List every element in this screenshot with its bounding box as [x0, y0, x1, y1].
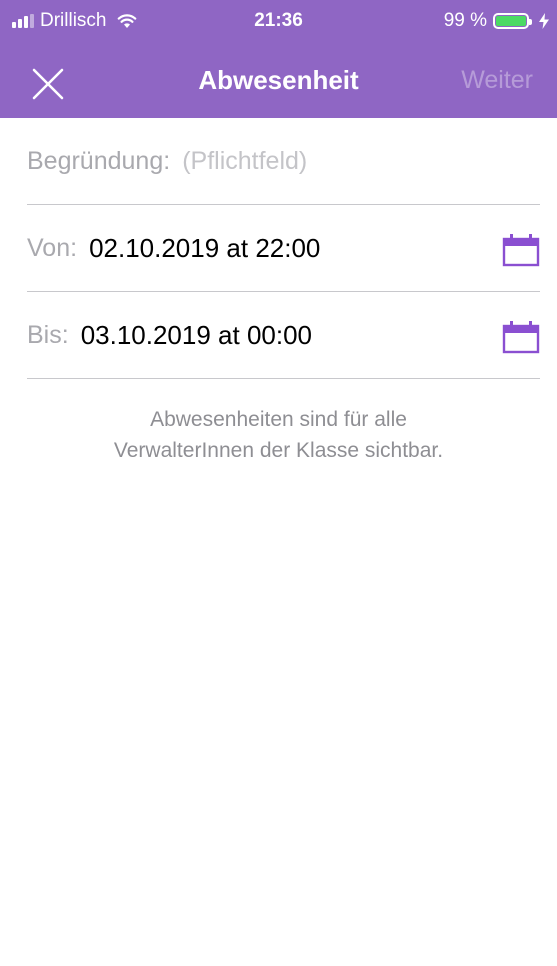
to-datetime-value[interactable]: 03.10.2019 at 00:00 [81, 320, 312, 351]
battery-icon [493, 13, 532, 29]
to-row[interactable]: Bis: 03.10.2019 at 00:00 [27, 292, 540, 379]
absence-form: Begründung: (Pflichtfeld) Von: 02.10.201… [27, 118, 540, 379]
navigation-bar: Abwesenheit Weiter [0, 42, 557, 118]
calendar-icon[interactable] [502, 233, 540, 267]
charging-bolt-icon [539, 13, 549, 29]
battery-percentage: 99 % [443, 10, 487, 31]
reason-input[interactable]: (Pflichtfeld) [182, 147, 307, 176]
top-bar: Drillisch 21:36 99 % Abwesenheit Weiter [0, 0, 557, 118]
to-label: Bis: [27, 320, 69, 349]
from-datetime-value[interactable]: 02.10.2019 at 22:00 [89, 233, 320, 264]
visibility-note-line-2: VerwalterInnen der Klasse sichtbar. [113, 439, 444, 462]
visibility-note-line-1: Abwesenheiten sind für alle [150, 408, 407, 431]
calendar-icon[interactable] [502, 320, 540, 354]
reason-row[interactable]: Begründung: (Pflichtfeld) [27, 118, 540, 205]
status-right: 99 % [444, 10, 549, 32]
reason-label: Begründung: [27, 146, 171, 175]
next-button[interactable]: Weiter [461, 66, 533, 95]
battery-cap [529, 19, 532, 25]
from-row[interactable]: Von: 02.10.2019 at 22:00 [27, 205, 540, 292]
from-label: Von: [27, 233, 78, 262]
status-bar: Drillisch 21:36 99 % [0, 0, 557, 42]
battery-fill [496, 16, 526, 26]
visibility-note: Abwesenheiten sind für alle VerwalterInn… [0, 404, 557, 466]
